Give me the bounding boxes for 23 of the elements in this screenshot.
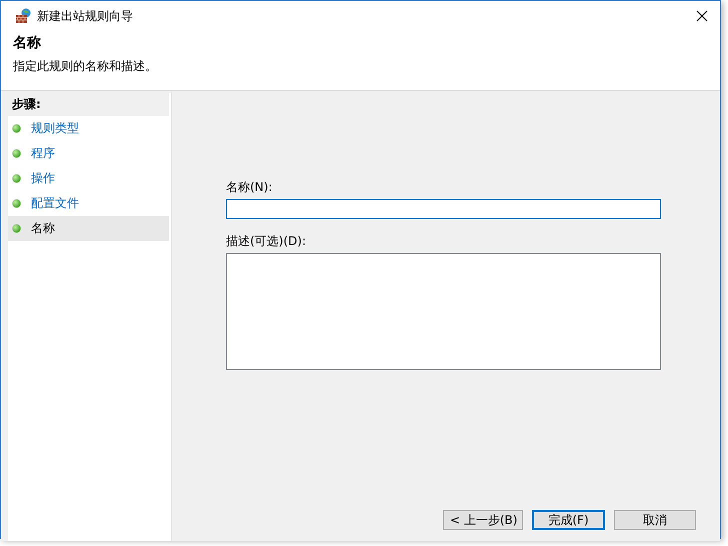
wizard-button[interactable]: < 上一步(B) [443, 510, 523, 530]
description-label: 描述(可选)(D): [226, 233, 306, 250]
step-item[interactable]: 操作 [8, 166, 169, 191]
page-title: 名称 [13, 34, 41, 52]
bullet-icon [12, 224, 21, 233]
step-item[interactable]: 程序 [8, 141, 169, 166]
wizard-button[interactable]: 取消 [614, 510, 696, 530]
name-label: 名称(N): [226, 179, 272, 196]
bullet-icon [12, 124, 21, 133]
bullet-icon [12, 199, 21, 208]
bullet-icon [12, 174, 21, 183]
close-icon[interactable] [696, 10, 708, 22]
window-title: 新建出站规则向导 [37, 8, 134, 24]
step-item[interactable]: 规则类型 [8, 116, 169, 141]
step-item[interactable]: 名称 [8, 216, 169, 241]
steps-heading: 步骤: [12, 96, 41, 113]
firewall-icon [15, 8, 31, 24]
description-field[interactable] [226, 253, 661, 370]
bullet-icon [12, 149, 21, 158]
wizard-button[interactable]: 完成(F) [532, 510, 605, 530]
step-item[interactable]: 配置文件 [8, 191, 169, 216]
page-subtitle: 指定此规则的名称和描述。 [13, 58, 157, 75]
name-field[interactable] [226, 199, 661, 219]
